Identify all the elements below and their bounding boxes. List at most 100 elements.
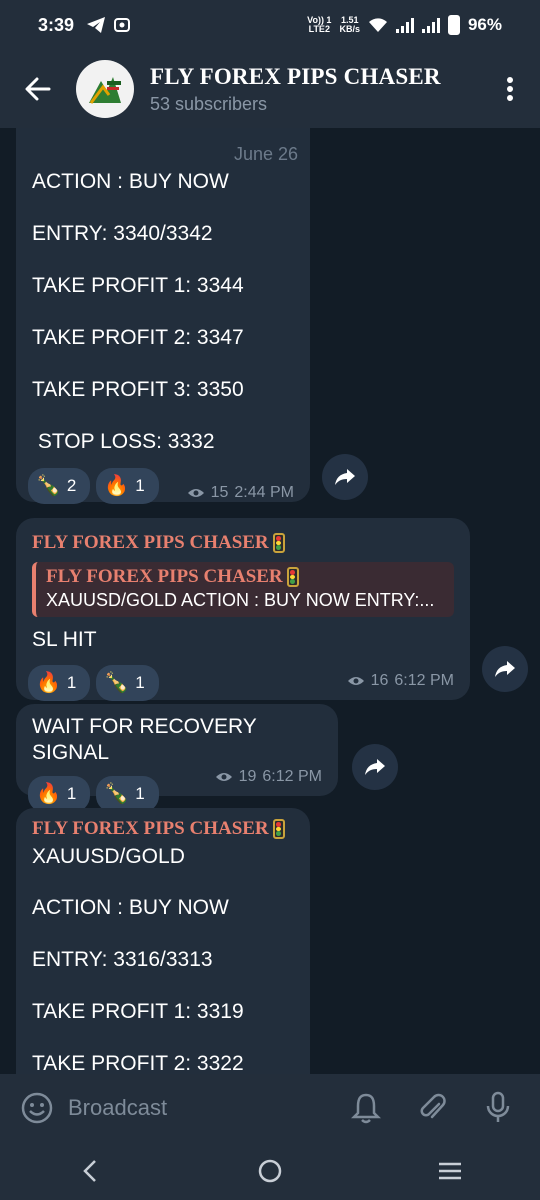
broadcast-input[interactable]: Broadcast (68, 1095, 322, 1121)
microphone-icon (486, 1091, 510, 1122)
eye-icon (215, 773, 232, 781)
channel-logo (89, 77, 121, 104)
reaction-chip[interactable]: 🔥 1 (28, 665, 91, 701)
message-line: TAKE PROFIT 2: 3322 (32, 1052, 244, 1074)
signal-1-icon (395, 17, 414, 33)
bell-icon (351, 1093, 381, 1124)
status-bar: 3:39 Vo)) 1 LTE2 1.51 KB/s 96% (0, 0, 540, 50)
reaction-count: 1 (66, 673, 77, 692)
reaction-count: 2 (66, 476, 77, 495)
message-line: ACTION : BUY NOW (32, 896, 229, 919)
network-speed: 1.51 KB/s (339, 15, 360, 34)
champagne-emoji: 🍾 (36, 475, 61, 497)
date-badge: June 26 (234, 144, 299, 164)
more-menu-button[interactable] (480, 50, 540, 128)
message-line: XAUUSD/GOLD (32, 845, 185, 868)
message-meta: 15 2:44 PM (187, 484, 294, 502)
share-button[interactable] (352, 744, 398, 790)
message-meta: 19 6:12 PM (215, 768, 322, 786)
status-notification-icons (86, 16, 131, 34)
reply-preview[interactable]: FLY FOREX PIPS CHASER XAUUSD/GOLD ACTION… (32, 562, 454, 617)
message-line: ENTRY: 3316/3313 (32, 948, 213, 971)
fire-emoji: 🔥 (104, 475, 130, 497)
view-count: 16 (370, 672, 389, 689)
channel-titles[interactable]: FLY FOREX PIPS CHASER 53 subscribers (150, 64, 480, 115)
wifi-icon (368, 18, 387, 32)
reaction-chip[interactable]: 🍾 2 (28, 468, 91, 504)
forward-icon (335, 469, 355, 485)
message-bubble[interactable]: FLY FOREX PIPS CHASER FLY FOREX PIPS CHA… (16, 518, 470, 701)
chat-area[interactable]: XAUUSD/GOLD ACTION : BUY NOW ENTRY: 3340… (0, 128, 540, 1074)
status-right: Vo)) 1 LTE2 1.51 KB/s 96% (307, 15, 502, 35)
nav-back-button[interactable] (60, 1142, 120, 1200)
reaction-chip[interactable]: 🍾 1 (96, 776, 159, 812)
traffic-light-emoji (286, 567, 299, 587)
message-line: TAKE PROFIT 2: 3347 (32, 326, 244, 349)
volte-indicator: Vo)) 1 LTE2 (307, 15, 332, 34)
sender-name: FLY FOREX PIPS CHASER (32, 532, 454, 554)
telegram-icon (87, 17, 106, 33)
message-bubble[interactable]: XAUUSD/GOLD ACTION : BUY NOW ENTRY: 3340… (16, 128, 310, 504)
emoji-button[interactable] (20, 1091, 54, 1125)
fire-emoji: 🔥 (36, 672, 61, 694)
input-bar: Broadcast (0, 1074, 540, 1142)
reaction-chip[interactable]: 🔥 1 (96, 468, 159, 504)
forward-icon (365, 759, 385, 775)
eye-icon (347, 677, 364, 685)
message-time: 2:44 PM (234, 484, 294, 501)
eye-icon (187, 489, 204, 497)
message-meta: 16 6:12 PM (347, 672, 454, 690)
view-count: 19 (238, 768, 257, 785)
nav-home-button[interactable] (240, 1142, 300, 1200)
message-line: ENTRY: 3340/3342 (32, 222, 213, 245)
subscriber-count: 53 subscribers (150, 93, 268, 114)
smiley-icon (21, 1092, 53, 1124)
reply-sender: FLY FOREX PIPS CHASER (46, 566, 446, 588)
champagne-emoji: 🍾 (104, 672, 130, 694)
voice-button[interactable] (476, 1086, 520, 1130)
reaction-chip[interactable]: 🍾 1 (96, 665, 159, 701)
more-vertical-icon (507, 77, 513, 101)
reaction-count: 1 (135, 673, 145, 692)
channel-avatar[interactable] (76, 60, 134, 118)
reaction-count: 1 (66, 784, 77, 803)
menu-lines-icon (439, 1162, 461, 1180)
battery-icon (447, 15, 460, 35)
traffic-light-emoji (272, 533, 285, 553)
chevron-left-icon (83, 1160, 96, 1182)
signal-2-icon (421, 17, 440, 33)
champagne-emoji: 🍾 (104, 783, 130, 805)
channel-title: FLY FOREX PIPS CHASER (150, 63, 441, 89)
system-nav-bar (0, 1142, 540, 1200)
back-button[interactable] (0, 50, 76, 128)
record-icon (114, 18, 131, 32)
arrow-left-icon (25, 77, 51, 101)
nav-recents-button[interactable] (420, 1142, 480, 1200)
message-line: XAUUSD/GOLD (32, 128, 294, 136)
forward-icon (495, 661, 515, 677)
reply-text: XAUUSD/GOLD ACTION : BUY NOW ENTRY:... (46, 590, 435, 610)
message-text: WAIT FOR RECOVERY SIGNAL (32, 715, 257, 764)
reaction-count: 1 (135, 476, 145, 495)
chat-header: FLY FOREX PIPS CHASER 53 subscribers (0, 50, 540, 128)
battery-level: 96% (467, 15, 502, 34)
traffic-light-emoji (272, 819, 285, 839)
sender-name: FLY FOREX PIPS CHASER (32, 818, 294, 840)
share-button[interactable] (322, 454, 368, 500)
share-button[interactable] (482, 646, 528, 692)
message-line: TAKE PROFIT 1: 3344 (32, 274, 244, 297)
message-bubble[interactable]: FLY FOREX PIPS CHASER XAUUSD/GOLD ACTION… (16, 808, 310, 1074)
message-line: STOP LOSS: 3332 (32, 430, 215, 453)
message-line: TAKE PROFIT 3: 3350 (32, 378, 244, 401)
message-text: SL HIT (32, 628, 97, 651)
message-time: 6:12 PM (262, 768, 322, 785)
attach-button[interactable] (410, 1086, 454, 1130)
message-bubble[interactable]: WAIT FOR RECOVERY SIGNAL 🔥 1 🍾 1 19 6:12 P… (16, 704, 338, 812)
mute-toggle-button[interactable] (344, 1086, 388, 1130)
reaction-chip[interactable]: 🔥 1 (28, 776, 91, 812)
status-time: 3:39 (38, 14, 75, 35)
message-line: TAKE PROFIT 1: 3319 (32, 1000, 244, 1023)
paperclip-icon (420, 1093, 446, 1119)
reactions: 🍾 2 🔥 1 (28, 468, 159, 504)
reaction-count: 1 (135, 784, 145, 803)
